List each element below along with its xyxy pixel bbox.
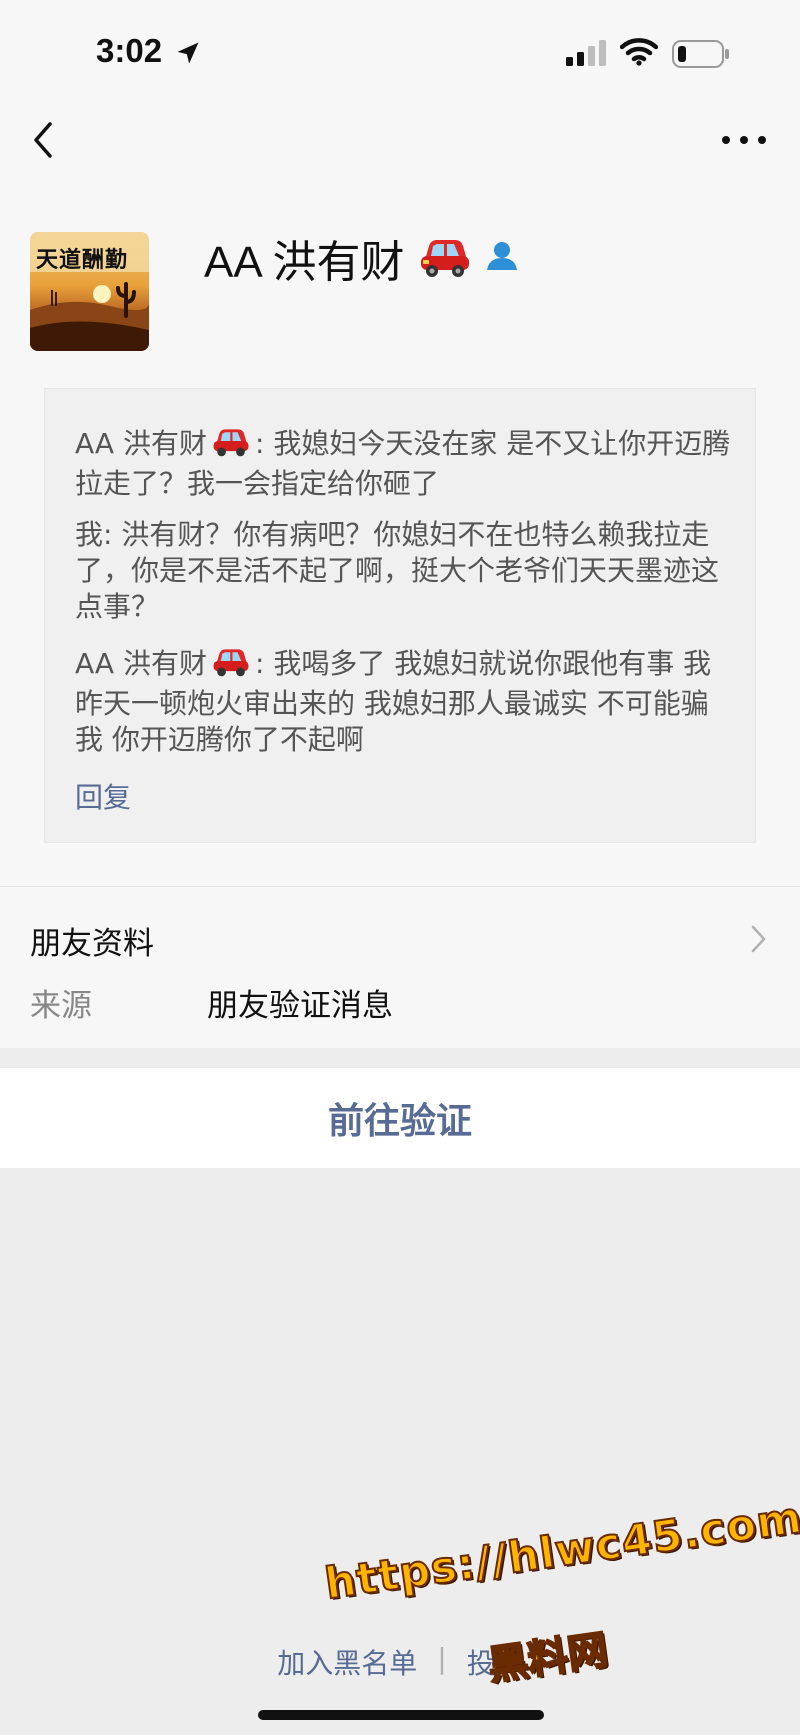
verify-button[interactable]: 前往验证 — [0, 1068, 800, 1168]
bottom-links: 加入黑名单 | 投诉 — [0, 1642, 800, 1682]
back-chevron-icon[interactable] — [26, 118, 66, 162]
contact-person-icon — [485, 240, 519, 276]
status-bar: 3:02 — [0, 0, 800, 100]
cellular-signal-icon — [566, 40, 610, 70]
source-label: 来源 — [30, 988, 92, 1024]
avatar-text: 天道酬勤 — [36, 247, 129, 273]
wifi-icon — [619, 38, 659, 70]
red-car-icon — [419, 234, 471, 282]
verification-messages-card: AA 洪有财: 我媳妇今天没在家 是不又让你开迈腾拉走了？我一会指定给你砸了 我… — [44, 388, 756, 843]
home-indicator — [258, 1710, 544, 1720]
message-text: : 洪有财？你有病吧？你媳妇不在也特么赖我拉走了，你是不是活不起了啊，挺大个老爷… — [75, 518, 720, 623]
message-sender: 我 — [75, 518, 104, 551]
message-item: AA 洪有财: 我媳妇今天没在家 是不又让你开迈腾拉走了？我一会指定给你砸了 — [75, 425, 735, 502]
divider — [0, 886, 800, 887]
message-item: 我: 洪有财？你有病吧？你媳妇不在也特么赖我拉走了，你是不是活不起了啊，挺大个老… — [75, 517, 735, 625]
link-separator: | — [437, 1642, 447, 1675]
profile-name-row: AA 洪有财 — [204, 228, 519, 288]
blacklist-link[interactable]: 加入黑名单 — [277, 1642, 417, 1682]
friend-info-title[interactable]: 朋友资料 — [30, 918, 154, 963]
verify-button-label: 前往验证 — [327, 1101, 472, 1142]
avatar[interactable]: 天道酬勤 — [30, 232, 149, 351]
chevron-right-icon[interactable] — [750, 924, 768, 958]
message-sender: AA 洪有财 — [75, 647, 207, 680]
watermark-url: https://hlwc45.com — [321, 1492, 800, 1610]
red-car-icon — [211, 645, 251, 686]
message-sender: AA 洪有财 — [75, 427, 207, 460]
source-value: 朋友验证消息 — [207, 988, 393, 1024]
red-car-icon — [211, 425, 251, 466]
more-dots-icon[interactable] — [720, 128, 768, 152]
profile-name: AA 洪有财 — [204, 238, 405, 287]
location-arrow-icon — [174, 39, 202, 71]
reply-link[interactable]: 回复 — [75, 776, 131, 816]
message-item: AA 洪有财: 我喝多了 我媳妇就说你跟他有事 我昨天一顿炮火审出来的 我媳妇那… — [75, 645, 735, 758]
battery-icon — [672, 40, 730, 72]
status-time: 3:02 — [96, 32, 163, 69]
